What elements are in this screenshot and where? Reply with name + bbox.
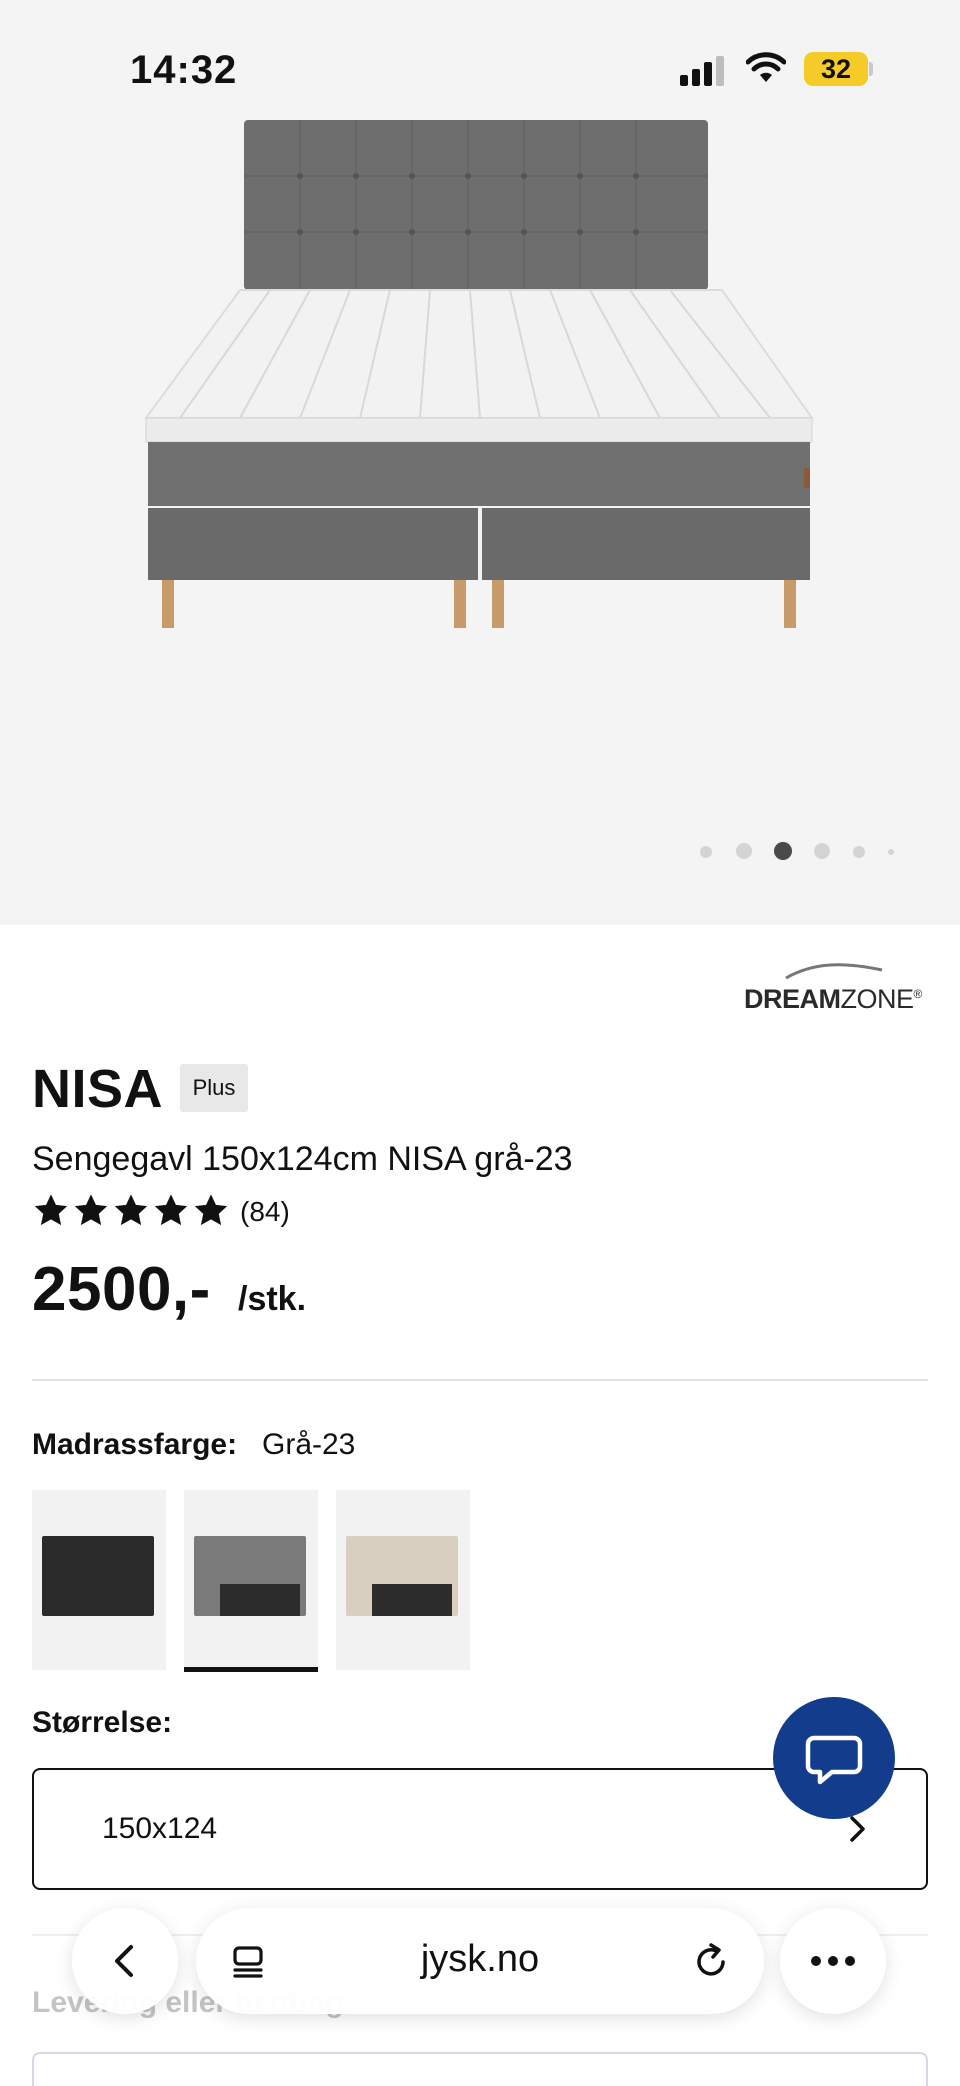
browser-back-button[interactable] bbox=[72, 1908, 178, 2014]
product-name: NISA bbox=[32, 1059, 164, 1119]
color-swatch-beige[interactable] bbox=[336, 1490, 470, 1670]
chat-button[interactable] bbox=[773, 1697, 895, 1819]
product-rating[interactable]: (84) bbox=[32, 1192, 352, 1232]
product-subtitle: Sengegavl 150x124cm NISA grå-23 bbox=[32, 1140, 573, 1178]
swatch-image bbox=[346, 1536, 458, 1616]
battery-cap bbox=[869, 62, 873, 76]
cellular-signal-icon bbox=[680, 56, 724, 86]
color-option-label: Madrassfarge: bbox=[32, 1428, 238, 1461]
color-option-value: Grå-23 bbox=[262, 1428, 356, 1461]
star-icon bbox=[114, 1194, 148, 1226]
chevron-left-icon bbox=[115, 1945, 133, 1977]
more-dots-icon bbox=[811, 1956, 855, 1966]
product-price: 2500,- bbox=[32, 1255, 211, 1324]
wifi-icon bbox=[746, 52, 786, 82]
carousel-dot-active[interactable] bbox=[774, 842, 792, 860]
review-count[interactable]: (84) bbox=[240, 1196, 290, 1228]
star-icon bbox=[194, 1194, 228, 1226]
divider bbox=[32, 1379, 928, 1381]
carousel-dot[interactable] bbox=[736, 843, 752, 859]
browser-more-button[interactable] bbox=[780, 1908, 886, 2014]
color-swatch-black[interactable] bbox=[32, 1490, 166, 1670]
chat-bubble-icon bbox=[805, 1735, 863, 1785]
status-time: 14:32 bbox=[130, 48, 238, 92]
carousel-dot[interactable] bbox=[888, 849, 894, 855]
carousel-dot[interactable] bbox=[853, 846, 865, 858]
color-swatch-grey[interactable] bbox=[184, 1490, 318, 1672]
url-text[interactable]: jysk.no bbox=[196, 1938, 764, 1981]
swatch-image bbox=[194, 1536, 306, 1616]
plus-badge: Plus bbox=[180, 1064, 248, 1112]
price-unit: /stk. bbox=[238, 1280, 307, 1318]
product-image bbox=[144, 120, 814, 628]
size-value: 150x124 bbox=[102, 1812, 218, 1845]
carousel-dot[interactable] bbox=[700, 846, 712, 858]
reload-icon[interactable] bbox=[692, 1942, 730, 1980]
battery-indicator: 32 bbox=[804, 52, 868, 86]
brand-logo: DREAMZONE® bbox=[744, 960, 930, 1016]
star-icon bbox=[34, 1194, 68, 1226]
delivery-selector[interactable] bbox=[32, 2052, 928, 2086]
size-option-label: Størrelse: bbox=[32, 1706, 173, 1739]
carousel-dot[interactable] bbox=[814, 843, 830, 859]
status-bar: 14:32 32 bbox=[0, 0, 960, 140]
brand-name: DREAMZONE® bbox=[744, 984, 922, 1014]
address-bar[interactable]: jysk.no bbox=[196, 1908, 764, 2014]
star-icon bbox=[154, 1194, 188, 1226]
carousel-indicator[interactable] bbox=[690, 838, 910, 864]
star-icon bbox=[74, 1194, 108, 1226]
brand-swoosh-icon bbox=[785, 963, 883, 980]
swatch-image bbox=[42, 1536, 154, 1616]
